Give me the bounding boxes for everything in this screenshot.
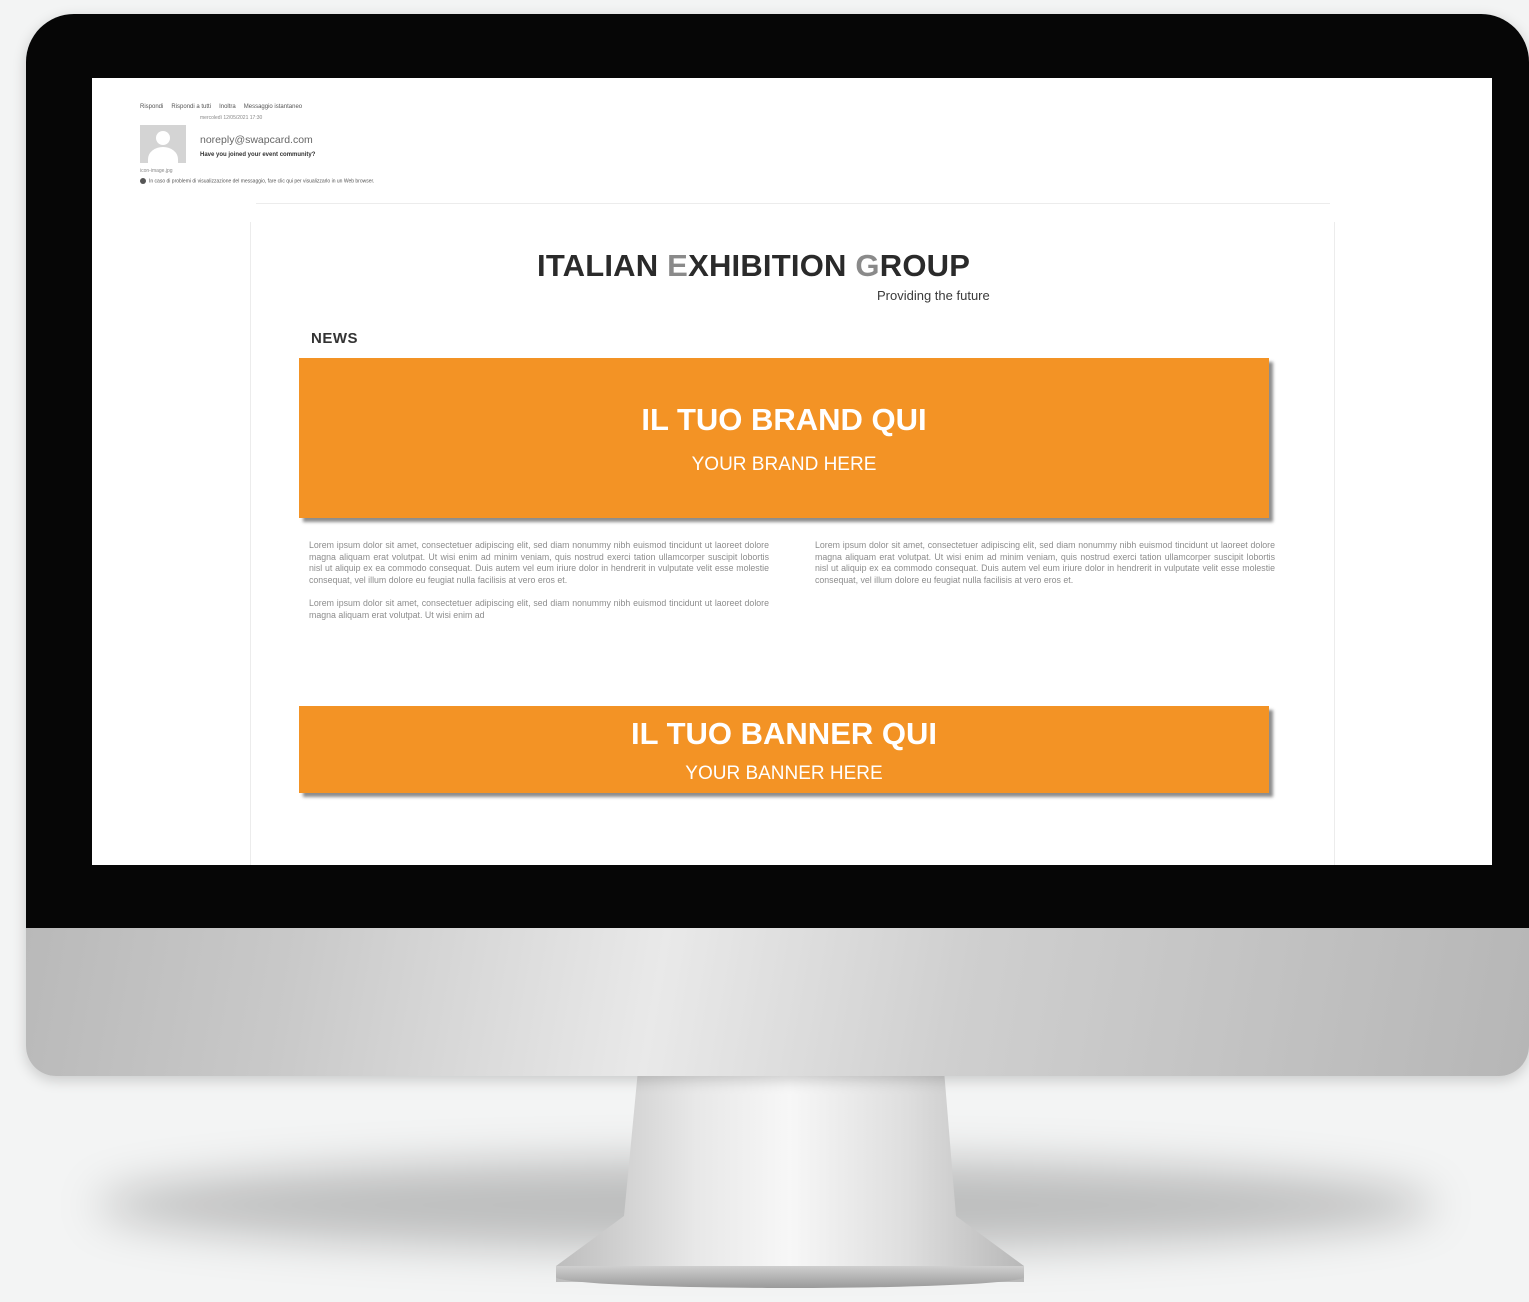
company-logo: ITALIAN EXHIBITION GROUP Providing the f… bbox=[537, 248, 1057, 303]
mail-date: mercoledì 12/05/2021 17:30 bbox=[200, 115, 263, 121]
instant-message-button[interactable]: Messaggio istantaneo bbox=[244, 104, 302, 110]
mail-info-bar[interactable]: In caso di problemi di visualizzazione d… bbox=[140, 178, 374, 184]
ad-banner-title: IL TUO BANNER QUI bbox=[631, 716, 937, 751]
brand-banner-title: IL TUO BRAND QUI bbox=[641, 402, 927, 437]
email-screen: Rispondi Rispondi a tutti Inoltra Messag… bbox=[92, 78, 1492, 865]
brand-banner[interactable]: IL TUO BRAND QUI YOUR BRAND HERE bbox=[299, 358, 1269, 518]
article-paragraph: Lorem ipsum dolor sit amet, consectetuer… bbox=[309, 540, 769, 585]
logo-wordmark: ITALIAN EXHIBITION GROUP bbox=[537, 248, 1057, 284]
logo-word-group: ROUP bbox=[879, 248, 971, 283]
article-column-left: Lorem ipsum dolor sit amet, consectetuer… bbox=[309, 540, 769, 634]
avatar bbox=[140, 125, 186, 163]
logo-letter-g: G bbox=[855, 248, 880, 283]
logo-letter-e: E bbox=[667, 248, 689, 283]
brand-banner-subtitle: YOUR BRAND HERE bbox=[691, 454, 877, 475]
sender-address[interactable]: noreply@swapcard.com bbox=[200, 134, 313, 146]
info-icon bbox=[140, 178, 146, 184]
mail-toolbar: Rispondi Rispondi a tutti Inoltra Messag… bbox=[140, 104, 302, 110]
mail-info-text: In caso di problemi di visualizzazione d… bbox=[149, 178, 375, 185]
newsletter: ITALIAN EXHIBITION GROUP Providing the f… bbox=[250, 222, 1335, 865]
reply-all-button[interactable]: Rispondi a tutti bbox=[171, 104, 211, 110]
avatar-body bbox=[148, 147, 178, 163]
mail-subject: Have you joined your event community? bbox=[200, 152, 316, 158]
attachment-link[interactable]: icon-image.jpg bbox=[140, 168, 173, 174]
article-paragraph: Lorem ipsum dolor sit amet, consectetuer… bbox=[815, 540, 1275, 585]
article-paragraph: Lorem ipsum dolor sit amet, consectetuer… bbox=[309, 598, 769, 620]
reply-button[interactable]: Rispondi bbox=[140, 104, 163, 110]
section-title: NEWS bbox=[311, 330, 358, 347]
logo-word-exhibition: XHIBITION bbox=[688, 248, 856, 283]
logo-tagline: Providing the future bbox=[877, 288, 990, 303]
forward-button[interactable]: Inoltra bbox=[219, 104, 236, 110]
monitor-stand-base bbox=[556, 1266, 1024, 1288]
avatar-head bbox=[156, 131, 170, 145]
monitor-chin bbox=[26, 928, 1529, 1076]
logo-word-italian: ITALIAN bbox=[537, 248, 668, 283]
header-divider bbox=[256, 203, 1330, 204]
ad-banner-subtitle: YOUR BANNER HERE bbox=[685, 763, 883, 784]
monitor: Rispondi Rispondi a tutti Inoltra Messag… bbox=[26, 14, 1529, 1076]
ad-banner[interactable]: IL TUO BANNER QUI YOUR BANNER HERE bbox=[299, 706, 1269, 793]
article-column-right: Lorem ipsum dolor sit amet, consectetuer… bbox=[815, 540, 1275, 598]
